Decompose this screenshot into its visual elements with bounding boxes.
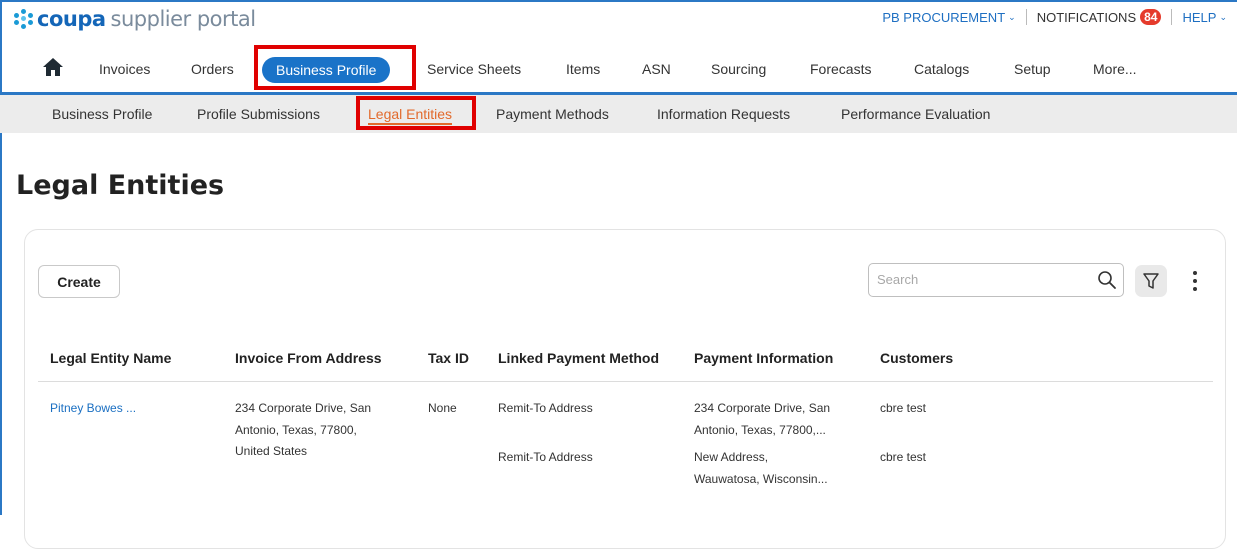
highlight-box xyxy=(254,45,416,90)
legal-entity-name-link[interactable]: Pitney Bowes ... xyxy=(50,398,136,418)
column-header-invoice-from-address[interactable]: Invoice From Address xyxy=(235,350,382,366)
nav-service-sheets[interactable]: Service Sheets xyxy=(427,61,521,77)
notifications-menu[interactable]: NOTIFICATIONS 84 xyxy=(1027,9,1172,25)
column-header-tax-id[interactable]: Tax ID xyxy=(428,350,469,366)
account-menu[interactable]: PB PROCUREMENT ⌄ xyxy=(872,10,1025,25)
nav-items[interactable]: Items xyxy=(566,61,600,77)
chevron-down-icon: ⌄ xyxy=(1219,11,1227,22)
chevron-down-icon: ⌄ xyxy=(1008,11,1016,22)
top-bar: coupa supplier portal PB PROCUREMENT ⌄ N… xyxy=(0,0,1237,40)
invoice-address-line: United States xyxy=(235,444,308,458)
utility-menu: PB PROCUREMENT ⌄ NOTIFICATIONS 84 HELP ⌄ xyxy=(872,8,1237,26)
nav-orders[interactable]: Orders xyxy=(191,61,234,77)
table-header-divider xyxy=(38,381,1213,382)
search-input[interactable] xyxy=(877,272,1077,287)
column-header-payment-information[interactable]: Payment Information xyxy=(694,350,833,366)
column-header-linked-payment-method[interactable]: Linked Payment Method xyxy=(498,350,659,366)
notifications-badge: 84 xyxy=(1140,9,1162,25)
nav-forecasts[interactable]: Forecasts xyxy=(810,61,871,77)
coupa-logo[interactable]: coupa supplier portal xyxy=(14,6,256,32)
nav-catalogs[interactable]: Catalogs xyxy=(914,61,969,77)
column-header-customers[interactable]: Customers xyxy=(880,350,953,366)
filter-icon xyxy=(1143,273,1159,289)
nav-sourcing[interactable]: Sourcing xyxy=(711,61,766,77)
highlight-box xyxy=(356,96,476,130)
tax-id-value: None xyxy=(428,401,457,415)
nav-setup[interactable]: Setup xyxy=(1014,61,1051,77)
more-options-icon[interactable] xyxy=(1188,268,1202,294)
help-menu[interactable]: HELP ⌄ xyxy=(1172,10,1237,25)
customer-value: cbre test xyxy=(880,401,927,415)
customer-value: cbre test xyxy=(880,450,927,464)
sub-nav: Business Profile Profile Submissions Leg… xyxy=(0,95,1237,133)
linked-payment-method: Remit-To Address xyxy=(498,450,593,464)
search-icon[interactable] xyxy=(1097,270,1117,290)
payment-information-line: New Address, xyxy=(694,450,769,464)
page-title: Legal Entities xyxy=(16,170,225,201)
legal-entities-card: Create Legal Entity Name Invoice From Ad… xyxy=(24,229,1226,549)
subtab-information-requests[interactable]: Information Requests xyxy=(657,106,790,122)
payment-information-line: Antonio, Texas, 77800,... xyxy=(694,423,826,437)
help-label: HELP xyxy=(1182,9,1217,25)
subtab-performance-evaluation[interactable]: Performance Evaluation xyxy=(841,106,990,122)
subtab-business-profile[interactable]: Business Profile xyxy=(52,106,152,122)
nav-more[interactable]: More... xyxy=(1093,61,1137,77)
notifications-label: NOTIFICATIONS xyxy=(1036,9,1137,25)
payment-information-line: 234 Corporate Drive, San xyxy=(694,401,831,415)
home-icon[interactable] xyxy=(42,57,64,77)
search-box xyxy=(868,263,1124,297)
nav-invoices[interactable]: Invoices xyxy=(99,61,150,77)
filter-button[interactable] xyxy=(1135,265,1167,297)
invoice-address-line: Antonio, Texas, 77800, xyxy=(235,423,357,437)
nav-asn[interactable]: ASN xyxy=(642,61,671,77)
invoice-address-line: 234 Corporate Drive, San xyxy=(235,401,372,415)
payment-information-line: Wauwatosa, Wisconsin... xyxy=(694,472,828,486)
main-nav: Invoices Orders Business Profile Service… xyxy=(0,52,1237,86)
brand-name: coupa xyxy=(37,7,106,31)
linked-payment-method: Remit-To Address xyxy=(498,401,593,415)
create-button[interactable]: Create xyxy=(38,265,120,298)
subtab-payment-methods[interactable]: Payment Methods xyxy=(496,106,609,122)
subtab-profile-submissions[interactable]: Profile Submissions xyxy=(197,106,320,122)
column-header-legal-entity-name[interactable]: Legal Entity Name xyxy=(50,350,171,366)
brand-subtitle: supplier portal xyxy=(110,7,257,31)
account-label: PB PROCUREMENT xyxy=(882,9,1006,25)
coupa-logo-icon xyxy=(14,9,34,29)
